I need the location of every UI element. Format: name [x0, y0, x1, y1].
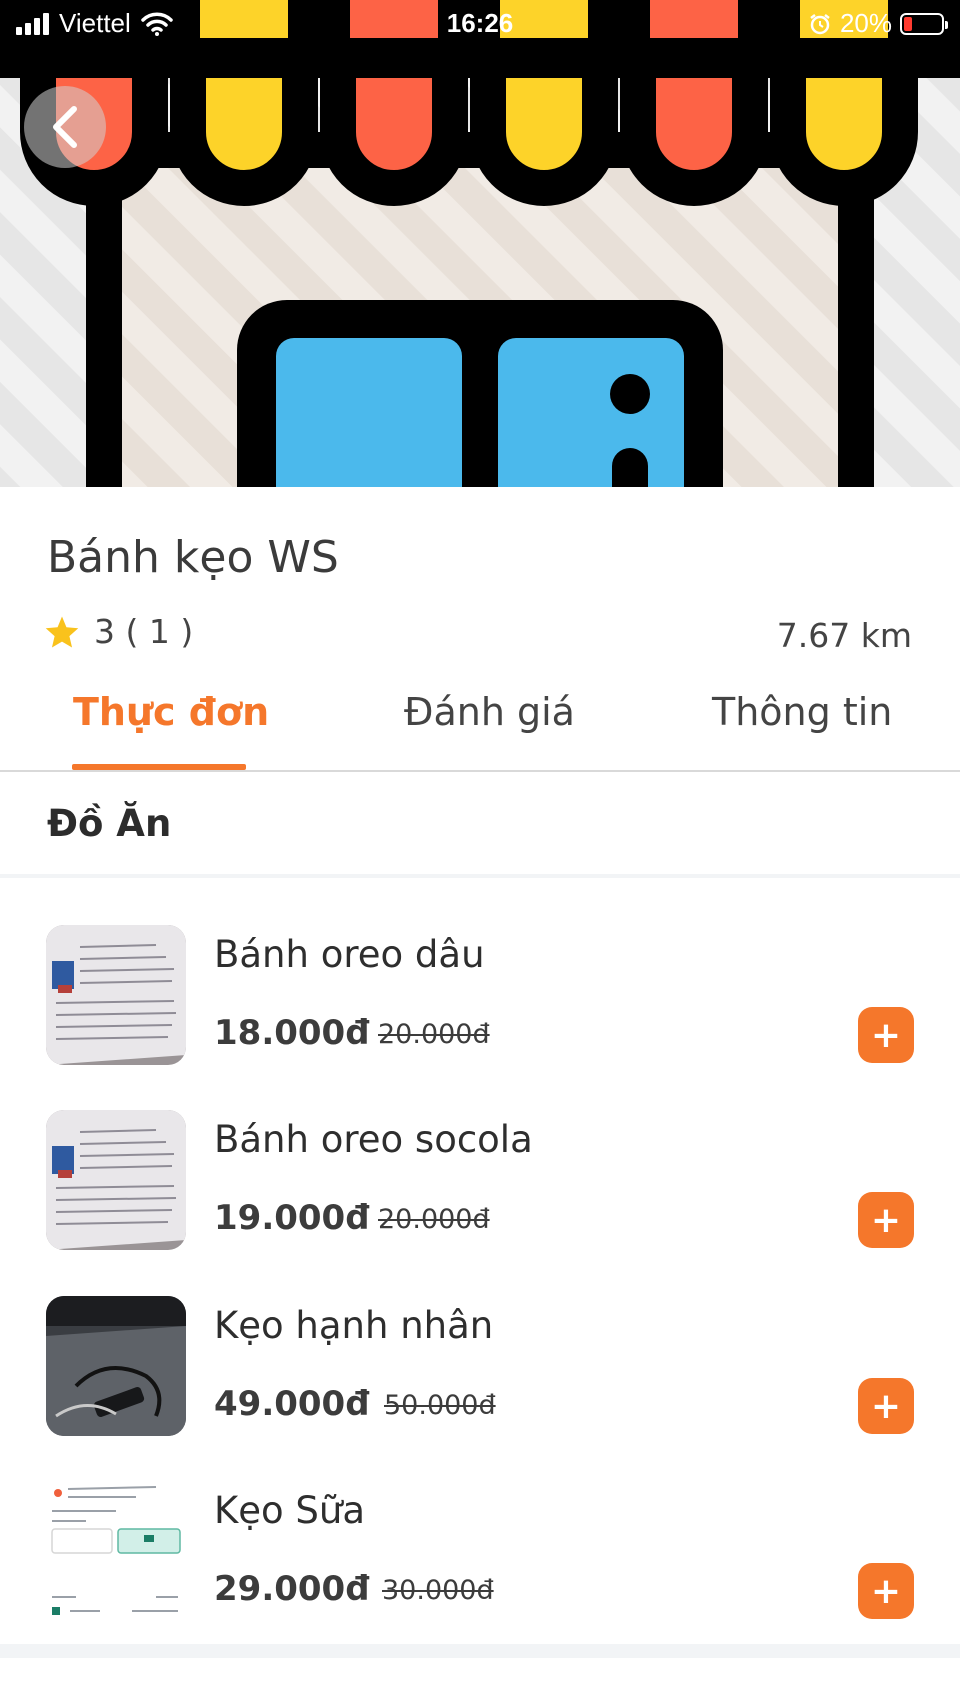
desk-photo-icon: [46, 1296, 186, 1436]
item-thumbnail: [46, 1110, 186, 1250]
store-name: Bánh kẹo WS: [47, 532, 339, 583]
chevron-left-icon: [53, 106, 77, 148]
rating-row: 3 ( 1 ): [44, 612, 193, 651]
item-old-price: 50.000đ: [384, 1390, 496, 1421]
store-screen: Viettel 16:26 20% Bánh kẹo WS 3 (1) 7.…: [0, 0, 960, 1707]
screenshot-photo-icon: [46, 1481, 186, 1621]
tab-reviews[interactable]: Đánh giá: [404, 690, 575, 734]
item-old-price: 20.000đ: [378, 1019, 490, 1050]
alarm-icon: [810, 13, 830, 34]
battery-percent: 20%: [839, 8, 892, 38]
section-title: Đồ Ăn: [47, 802, 172, 845]
tab-menu[interactable]: Thực đơn: [73, 690, 269, 734]
store-cover-image: [0, 0, 960, 487]
add-to-cart-button[interactable]: +: [858, 1563, 914, 1619]
item-old-price: 30.000đ: [382, 1575, 494, 1606]
item-name: Bánh oreo socola: [214, 1118, 533, 1161]
status-right: 20%: [808, 8, 948, 39]
menu-item[interactable]: Bánh oreo socola 19.000đ 20.000đ +: [0, 1110, 960, 1260]
back-button[interactable]: [24, 86, 106, 168]
add-to-cart-button[interactable]: +: [858, 1192, 914, 1248]
item-price: 18.000đ: [214, 1013, 370, 1053]
item-price: 49.000đ: [214, 1384, 370, 1424]
menu-item[interactable]: Kẹo hạnh nhân 49.000đ 50.000đ +: [0, 1296, 960, 1446]
distance-label: 7.67 km: [776, 616, 912, 655]
item-price: 19.000đ: [214, 1198, 370, 1238]
item-thumbnail: [46, 1296, 186, 1436]
store-illustration-icon: [0, 0, 960, 487]
add-to-cart-button[interactable]: +: [858, 1378, 914, 1434]
item-name: Bánh oreo dâu: [214, 933, 485, 976]
document-photo-icon: [46, 1110, 186, 1250]
item-old-price: 20.000đ: [378, 1204, 490, 1235]
menu-item[interactable]: Bánh oreo dâu 18.000đ 20.000đ +: [0, 925, 960, 1075]
document-photo-icon: [46, 925, 186, 1065]
tab-bar: Thực đơn Đánh giá Thông tin: [0, 680, 960, 772]
item-thumbnail: [46, 1481, 186, 1621]
section-divider: [0, 874, 960, 878]
status-bar: Viettel 16:26 20%: [0, 0, 960, 48]
active-tab-indicator: [72, 764, 246, 770]
battery-icon: [900, 12, 948, 35]
tab-info[interactable]: Thông tin: [712, 690, 892, 734]
item-name: Kẹo hạnh nhân: [214, 1304, 494, 1347]
item-name: Kẹo Sữa: [214, 1489, 366, 1532]
bottom-divider: [0, 1644, 960, 1658]
add-to-cart-button[interactable]: +: [858, 1007, 914, 1063]
star-icon: [45, 615, 79, 648]
menu-item[interactable]: Kẹo Sữa 29.000đ 30.000đ +: [0, 1481, 960, 1631]
item-thumbnail: [46, 925, 186, 1065]
item-price: 29.000đ: [214, 1569, 370, 1609]
rating-value: 3 ( 1 ): [94, 612, 194, 651]
